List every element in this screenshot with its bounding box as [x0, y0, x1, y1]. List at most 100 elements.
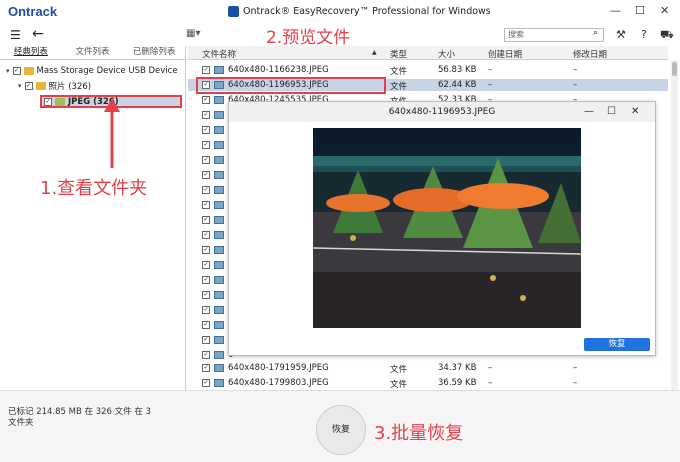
file-type: 文件	[390, 380, 408, 390]
file-size: 56.83 KB	[438, 65, 477, 75]
file-created: –	[488, 80, 493, 90]
checkbox[interactable]: ✓	[202, 216, 210, 224]
image-file-icon	[214, 141, 224, 149]
search-icon[interactable]: ⌕	[593, 28, 598, 38]
sort-ascending-icon[interactable]: ▲	[372, 49, 377, 56]
vertical-scrollbar[interactable]	[671, 60, 678, 390]
checkbox[interactable]: ✓	[202, 231, 210, 239]
table-row[interactable]: ✓ 640x480-1799803.JPEG 文件 36.59 KB – –	[188, 377, 668, 390]
tree-item-device[interactable]: ▾ ✓ Mass Storage Device USB Device	[6, 66, 178, 76]
column-type[interactable]: 类型	[390, 48, 407, 60]
checkbox[interactable]: ✓	[202, 141, 210, 149]
image-file-icon	[214, 246, 224, 254]
folder-tree-panel: 经典列表 文件列表 已删除列表 ▾ ✓ Mass Storage Device …	[0, 46, 186, 390]
file-size: 36.59 KB	[438, 378, 477, 388]
bottom-bar: 已标记 214.85 MB 在 326 文件 在 3 文件夹 恢复	[0, 390, 680, 462]
list-header: 文件名称 ▲ 类型 大小 创建日期 修改日期	[188, 46, 668, 60]
image-file-icon	[214, 231, 224, 239]
file-modified: –	[573, 363, 578, 373]
file-name: 640x480-1791959.JPEG	[228, 363, 329, 373]
file-type: 文件	[390, 82, 408, 92]
preview-restore-button[interactable]: 恢复	[584, 338, 650, 351]
view-mode-icon[interactable]: ▦▾	[186, 28, 200, 39]
column-created[interactable]: 创建日期	[488, 48, 522, 60]
checkbox[interactable]: ✓	[202, 306, 210, 314]
checkbox[interactable]: ✓	[202, 246, 210, 254]
file-name: 640x480-1799803.JPEG	[228, 378, 329, 388]
image-file-icon	[214, 291, 224, 299]
checkbox[interactable]: ✓	[12, 67, 21, 75]
image-file-icon	[214, 216, 224, 224]
app-icon	[228, 6, 239, 17]
tab-file-list[interactable]: 文件列表	[62, 46, 124, 59]
checkbox[interactable]: ✓	[202, 321, 210, 329]
maximize-icon[interactable]: ☐	[635, 4, 645, 17]
image-file-icon	[214, 351, 224, 359]
preview-window: 640x480-1196953.JPEG — ☐ ✕ 恢复	[228, 101, 656, 356]
image-file-icon	[214, 276, 224, 284]
checkbox[interactable]: ✓	[202, 186, 210, 194]
checkbox[interactable]: ✓	[202, 276, 210, 284]
image-file-icon	[214, 306, 224, 314]
checkbox[interactable]: ✓	[202, 96, 210, 104]
minimize-icon[interactable]: —	[584, 106, 594, 117]
checkbox[interactable]: ✓	[202, 291, 210, 299]
checkbox[interactable]: ✓	[202, 351, 210, 359]
checkbox[interactable]: ✓	[24, 82, 33, 90]
checkbox[interactable]: ✓	[202, 201, 210, 209]
image-file-icon	[214, 111, 224, 119]
restore-button[interactable]: 恢复	[316, 405, 366, 455]
file-created: –	[488, 65, 493, 75]
search-input[interactable]: 搜索	[504, 28, 604, 42]
checkbox[interactable]: ✓	[202, 364, 210, 372]
file-modified: –	[573, 378, 578, 388]
folder-icon	[23, 67, 34, 75]
column-size[interactable]: 大小	[438, 48, 455, 60]
file-size: 34.37 KB	[438, 363, 477, 373]
checkbox[interactable]: ✓	[202, 171, 210, 179]
image-file-icon	[214, 171, 224, 179]
checkbox[interactable]: ✓	[202, 261, 210, 269]
folder-icon	[55, 97, 65, 106]
collapse-caret-icon[interactable]: ▾	[6, 67, 10, 75]
wrench-icon[interactable]: ⚒	[616, 28, 626, 41]
column-name[interactable]: 文件名称	[202, 48, 236, 60]
help-icon[interactable]: ?	[641, 28, 647, 41]
status-text: 已标记 214.85 MB 在 326 文件 在 3 文件夹	[8, 407, 151, 428]
folder-icon	[35, 82, 46, 90]
checkbox[interactable]: ✓	[202, 66, 210, 74]
app-logo: Ontrack	[8, 4, 58, 19]
image-file-icon	[214, 261, 224, 269]
scrollbar-thumb[interactable]	[672, 62, 677, 76]
checkbox[interactable]: ✓	[44, 97, 52, 106]
file-size: 62.44 KB	[438, 80, 477, 90]
close-icon[interactable]: ✕	[660, 4, 669, 17]
file-modified: –	[573, 65, 578, 75]
minimize-icon[interactable]: —	[610, 4, 621, 17]
image-file-icon	[214, 126, 224, 134]
close-icon[interactable]: ✕	[631, 106, 639, 117]
maximize-icon[interactable]: ☐	[607, 106, 616, 117]
checkbox[interactable]: ✓	[202, 111, 210, 119]
window-title: Ontrack® EasyRecovery™ Professional for …	[243, 6, 491, 17]
tab-classic-list[interactable]: 经典列表	[0, 46, 62, 59]
annotation-highlight-box	[196, 77, 386, 94]
checkbox[interactable]: ✓	[202, 156, 210, 164]
collapse-caret-icon[interactable]: ▾	[18, 82, 22, 90]
table-row[interactable]: ✓ 640x480-1166238.JPEG 文件 56.83 KB – –	[188, 64, 668, 77]
hamburger-menu-icon[interactable]: ☰	[10, 28, 21, 42]
back-arrow-icon[interactable]: ←	[32, 26, 44, 42]
column-modified[interactable]: 修改日期	[573, 48, 607, 60]
checkbox[interactable]: ✓	[202, 126, 210, 134]
cart-icon[interactable]: ⛟	[660, 28, 674, 43]
tree-item-photos[interactable]: ▾ ✓ 照片 (326)	[18, 80, 91, 92]
tab-deleted-list[interactable]: 已删除列表	[123, 46, 185, 59]
checkbox[interactable]: ✓	[202, 336, 210, 344]
table-row[interactable]: ✓ 640x480-1791959.JPEG 文件 34.37 KB – –	[188, 362, 668, 375]
file-name: 640x480-1166238.JPEG	[228, 65, 329, 75]
checkbox[interactable]: ✓	[202, 379, 210, 387]
image-file-icon	[214, 66, 224, 74]
title-bar: Ontrack Ontrack® EasyRecovery™ Professio…	[0, 0, 680, 24]
image-file-icon	[214, 156, 224, 164]
image-file-icon	[214, 336, 224, 344]
